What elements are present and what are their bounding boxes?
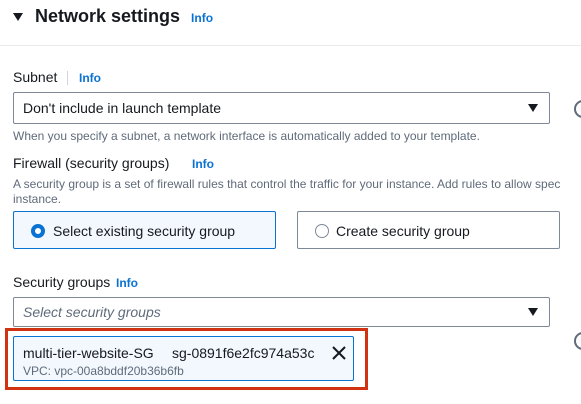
subnet-label: Subnet — [13, 69, 58, 85]
close-icon[interactable] — [331, 345, 347, 361]
radio-create-sg[interactable] — [315, 224, 329, 238]
token-vpc: VPC: vpc-00a8bddf20b36b6fb — [23, 364, 184, 378]
section-title-text: Network settings — [35, 6, 181, 26]
subnet-description: When you specify a subnet, a network int… — [13, 129, 480, 143]
security-groups-placeholder: Select security groups — [23, 304, 161, 320]
tile-create-sg[interactable]: Create security group — [297, 211, 560, 249]
security-groups-label: Security groups — [13, 274, 111, 290]
token-sg-id: sg-0891f6e2fc974a53c — [172, 345, 315, 361]
info-circle-icon[interactable] — [574, 100, 581, 118]
firewall-description: A security group is a set of firewall ru… — [13, 177, 561, 191]
caret-down-icon — [528, 308, 538, 316]
subnet-info-link[interactable]: Info — [79, 71, 101, 85]
firewall-description-cont: instance. — [13, 192, 62, 206]
label-divider — [67, 71, 68, 85]
security-groups-info-link[interactable]: Info — [116, 276, 138, 290]
section-title: Network settings Info — [35, 6, 213, 27]
subnet-select-value: Don't include in launch template — [23, 100, 222, 116]
subnet-select[interactable]: Don't include in launch template — [13, 92, 550, 124]
token-sg-name: multi-tier-website-SG — [23, 345, 154, 361]
firewall-label: Firewall (security groups) — [13, 155, 170, 171]
info-circle-icon[interactable] — [574, 332, 581, 350]
caret-down-icon[interactable] — [12, 11, 24, 23]
tile-select-existing-sg-label: Select existing security group — [53, 223, 236, 239]
tile-create-sg-label: Create security group — [336, 223, 470, 239]
radio-select-existing-sg[interactable] — [31, 224, 45, 238]
firewall-info-link[interactable]: Info — [192, 157, 214, 171]
security-group-token: multi-tier-website-SG sg-0891f6e2fc974a5… — [13, 336, 354, 381]
caret-down-icon — [528, 104, 538, 112]
security-groups-select[interactable]: Select security groups — [13, 297, 550, 327]
tile-select-existing-sg[interactable]: Select existing security group — [13, 211, 276, 249]
section-info-link[interactable]: Info — [191, 11, 213, 25]
